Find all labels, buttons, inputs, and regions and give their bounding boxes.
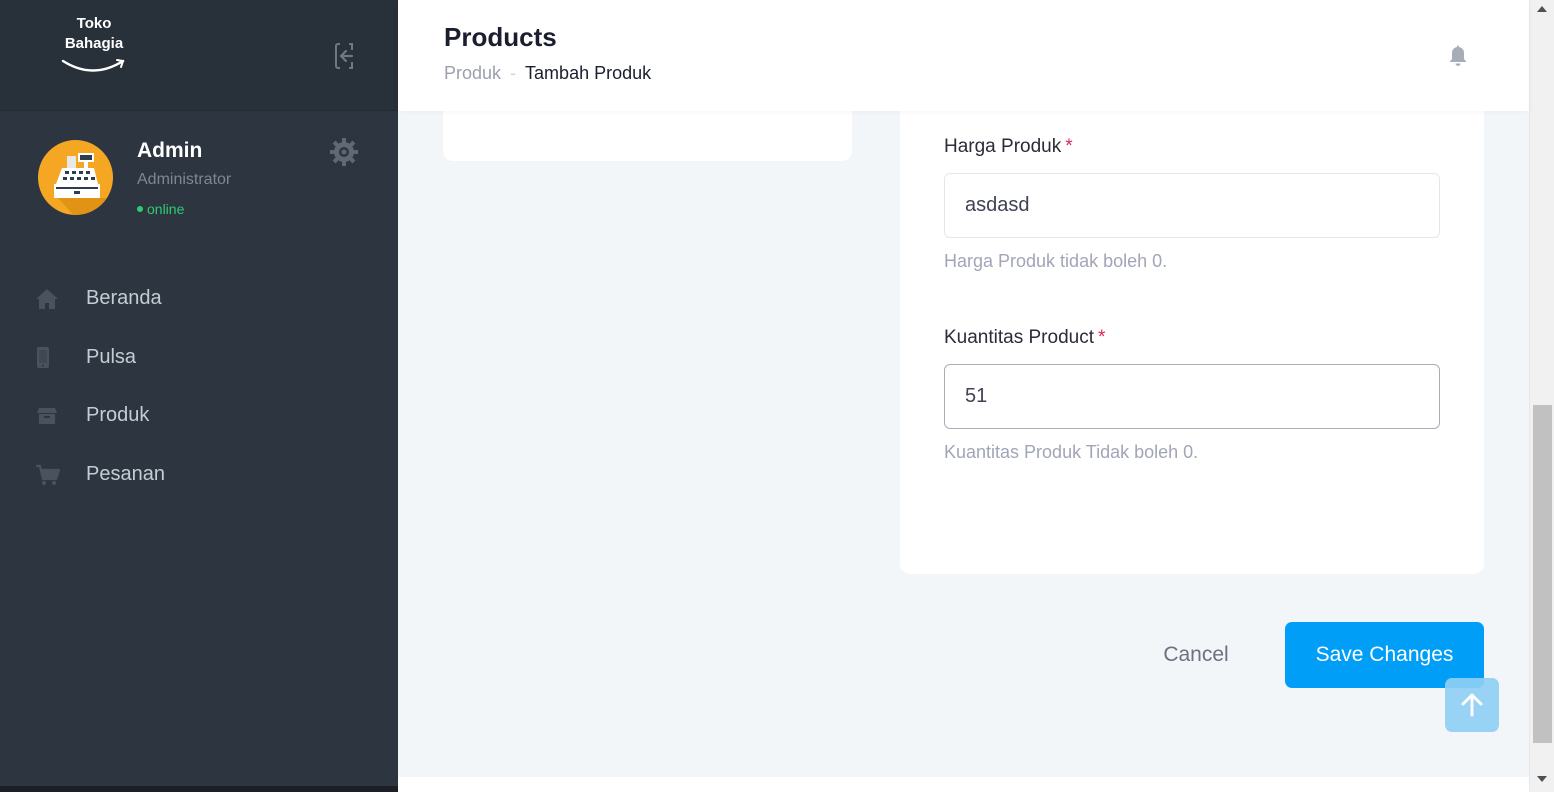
status-text: online [147,201,185,217]
bell-icon[interactable] [1446,44,1470,68]
price-input[interactable] [944,173,1440,238]
page-footer [398,777,1529,792]
box-icon [37,408,57,424]
scroll-down-arrow-icon[interactable] [1537,776,1547,782]
scrollbar-thumb[interactable] [1533,405,1552,743]
sidebar: Toko Bahagia Admin Administrator online … [0,0,398,792]
price-help-text: Harga Produk tidak boleh 0. [944,251,1168,271]
required-mark: * [1065,136,1073,157]
sidebar-item-pulsa[interactable]: Pulsa [0,329,398,388]
brand-line-2: Bahagia [64,35,124,52]
sidebar-item-pesanan[interactable]: Pesanan [0,446,398,505]
required-mark: * [1097,327,1106,348]
user-profile: Admin Administrator online [0,111,398,241]
cash-register-icon [54,153,113,215]
quantity-label: Kuantitas Product * [944,327,1105,349]
gear-icon [330,138,358,166]
profile-name: Admin [137,139,203,162]
product-form-card: Harga Produk* Harga Produk tidak boleh 0… [900,100,1484,574]
smile-logo-icon [61,59,125,72]
phone-icon [37,346,49,368]
brand-logo[interactable]: Toko Bahagia [56,14,132,78]
sidebar-item-label: Beranda [86,287,162,309]
price-label-text: Harga Produk [944,136,1062,157]
sidebar-footer [0,786,398,792]
cancel-button[interactable]: Cancel [1130,622,1262,688]
sidebar-item-beranda[interactable]: Beranda [0,270,398,329]
quantity-input[interactable] [944,364,1440,429]
quantity-help-text: Kuantitas Produk Tidak boleh 0. [944,442,1199,462]
sidebar-collapse-button[interactable] [330,40,362,72]
sidebar-item-label: Pulsa [86,345,137,368]
cart-icon [36,464,60,485]
sidebar-item-produk[interactable]: Produk [0,387,398,446]
scroll-to-top-button[interactable] [1445,678,1499,732]
breadcrumb: Produk - Tambah Produk [444,63,651,84]
price-label: Harga Produk * [944,136,1073,158]
breadcrumb-parent-link[interactable]: Produk [444,63,501,83]
status-badge: online [137,201,184,217]
sidebar-item-label: Produk [86,404,150,426]
sidebar-nav: Beranda Pulsa Produk Pesanan [0,270,398,504]
settings-button[interactable] [328,136,360,168]
status-dot-icon [137,206,143,213]
avatar[interactable] [38,140,113,215]
sidebar-header: Toko Bahagia [0,0,398,111]
brand-line-1: Toko [76,15,112,32]
breadcrumb-current: Tambah Produk [525,63,652,83]
arrow-up-icon [1461,693,1483,717]
breadcrumb-separator: - [510,63,517,83]
home-icon [36,289,58,309]
quantity-label-text: Kuantitas Product [944,327,1094,348]
scroll-up-arrow-icon[interactable] [1537,6,1547,12]
sidebar-item-label: Pesanan [86,462,165,485]
page-header: Products Produk - Tambah Produk [398,0,1529,111]
collapse-icon [335,43,354,69]
page-title: Products [444,22,557,52]
profile-role: Administrator [137,171,232,188]
page-scrollbar[interactable] [1529,0,1554,792]
